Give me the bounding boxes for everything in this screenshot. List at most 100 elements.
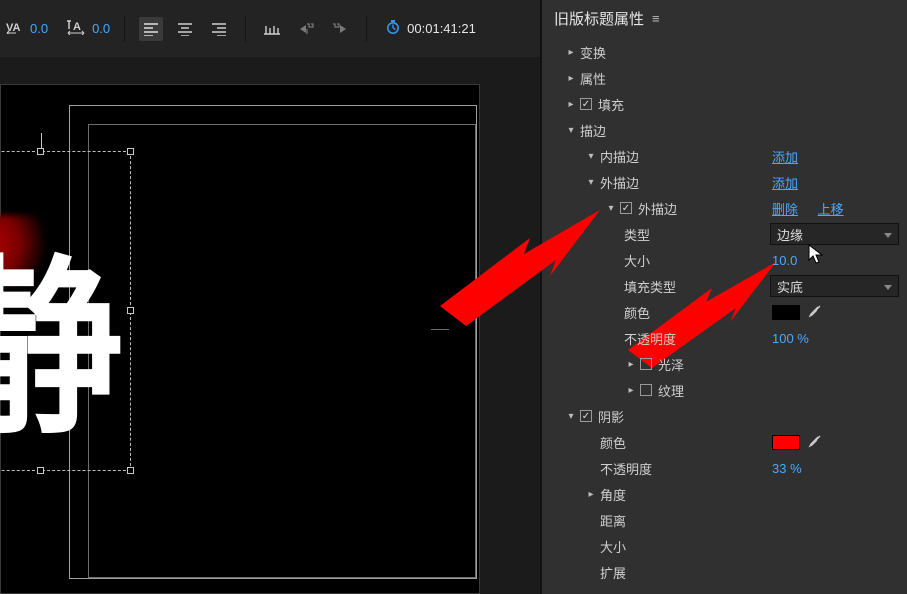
stroke-sheen-row[interactable]: 光泽 [546,351,907,377]
outer-stroke-item-row[interactable]: 外描边 删除 上移 [546,195,907,221]
handle-top-right[interactable] [127,148,134,155]
title-text[interactable]: 静 [0,255,118,445]
section-fill[interactable]: 填充 [546,91,907,117]
texture-checkbox[interactable] [640,384,652,396]
eyedropper-icon[interactable] [808,434,822,451]
handle-bot-mid[interactable] [37,467,44,474]
handle-top-mid[interactable] [37,148,44,155]
shadow-size-label: 大小 [600,537,626,556]
twisty-icon[interactable] [564,411,578,422]
stroke-filltype-row: 填充类型 实底 [546,273,907,299]
twisty-icon[interactable] [564,73,578,84]
align-left-button[interactable] [139,17,163,41]
sheen-checkbox[interactable] [640,358,652,370]
twisty-icon[interactable] [564,47,578,58]
tracking-control[interactable]: A 0.0 [66,19,110,39]
timecode-display[interactable]: 00:01:41:21 [385,19,476,38]
shadow-distance-label: 距离 [600,511,626,530]
stroke-color-row: 颜色 [546,299,907,325]
stroke-type-dropdown[interactable]: 边缘 [770,223,899,245]
shadow-angle-row[interactable]: 角度 [546,481,907,507]
shadow-spread-label: 扩展 [600,563,626,582]
handle-mid-right[interactable] [127,307,134,314]
twisty-icon[interactable] [564,99,578,110]
fill-label: 填充 [598,95,624,114]
shadow-opacity-label: 不透明度 [600,459,652,478]
title-toolbar: VA 0.0 A 0.0 [0,0,540,58]
outer-stroke-label: 外描边 [600,173,639,192]
align-center-button[interactable] [173,17,197,41]
outer-stroke-add-link[interactable]: 添加 [772,173,798,192]
stroke-color-swatch[interactable] [772,305,800,320]
transform-label: 变换 [580,43,606,62]
shadow-checkbox[interactable] [580,410,592,422]
inner-stroke-add-link[interactable]: 添加 [772,147,798,166]
stroke-size-value[interactable]: 10.0 [772,253,797,268]
twisty-icon[interactable] [604,203,618,214]
stroke-color-label: 颜色 [624,303,650,322]
text-caret [41,133,42,149]
twisty-icon[interactable] [564,125,578,136]
shadow-size-row: 大小 [546,533,907,559]
stroke-type-label: 类型 [624,225,650,244]
panel-title: 旧版标题属性 [554,8,644,29]
separator [124,16,125,42]
eyedropper-icon[interactable] [808,304,822,321]
stroke-opacity-row: 不透明度 100 % [546,325,907,351]
twisty-icon[interactable] [584,151,598,162]
app-root: VA 0.0 A 0.0 [0,0,907,594]
twisty-icon[interactable] [584,177,598,188]
shadow-opacity-row: 不透明度 33 % [546,455,907,481]
shadow-opacity-value[interactable]: 33 % [772,461,802,476]
tracking-value[interactable]: 0.0 [92,21,110,36]
timecode-value: 00:01:41:21 [407,21,476,36]
svg-text:A: A [73,21,81,33]
preview-pane: VA 0.0 A 0.0 [0,0,540,594]
outer-stroke-delete-link[interactable]: 删除 [772,202,798,217]
shadow-color-row: 颜色 [546,429,907,455]
stroke-filltype-label: 填充类型 [624,277,676,296]
stroke-filltype-dropdown[interactable]: 实底 [770,275,899,297]
kerning-control[interactable]: VA 0.0 [6,20,48,38]
twisty-icon[interactable] [624,385,638,396]
tracking-icon: A [66,19,88,39]
section-shadow[interactable]: 阴影 [546,403,907,429]
align-right-button[interactable] [207,17,231,41]
outer-stroke-item-label: 外描边 [638,199,677,218]
stroke-type-value: 边缘 [777,225,803,244]
kerning-icon: VA [6,20,26,38]
outer-stroke-moveup-link[interactable]: 上移 [818,202,844,217]
section-stroke[interactable]: 描边 [546,117,907,143]
outer-stroke-row[interactable]: 外描边 添加 [546,169,907,195]
separator [366,16,367,42]
stroke-size-label: 大小 [624,251,650,270]
shadow-color-swatch[interactable] [772,435,800,450]
show-paragraph-left-icon[interactable] [294,17,318,41]
section-properties[interactable]: 属性 [546,65,907,91]
section-transform[interactable]: 变换 [546,39,907,65]
inner-stroke-row[interactable]: 内描边 添加 [546,143,907,169]
twisty-icon[interactable] [584,489,598,500]
stroke-label: 描边 [580,121,606,140]
canvas-wrap: 静 [0,58,540,594]
shadow-angle-label: 角度 [600,485,626,504]
shadow-label: 阴影 [598,407,624,426]
fill-checkbox[interactable] [580,98,592,110]
properties-panel: 旧版标题属性 ≡ 变换 属性 填充 描边 内 [540,0,907,594]
stroke-opacity-value[interactable]: 100 % [772,331,809,346]
handle-bot-right[interactable] [127,467,134,474]
shadow-spread-row: 扩展 [546,559,907,585]
stroke-texture-row[interactable]: 纹理 [546,377,907,403]
tab-stops-button[interactable] [260,17,284,41]
kerning-value[interactable]: 0.0 [30,21,48,36]
title-canvas[interactable]: 静 [0,84,480,594]
stroke-opacity-label: 不透明度 [624,329,676,348]
panel-body: 变换 属性 填充 描边 内描边 添加 外描边 [542,39,907,594]
show-paragraph-right-icon[interactable] [328,17,352,41]
shadow-distance-row: 距离 [546,507,907,533]
outer-stroke-checkbox[interactable] [620,202,632,214]
twisty-icon[interactable] [624,359,638,370]
panel-menu-icon[interactable]: ≡ [652,11,660,26]
stopwatch-icon [385,19,401,38]
panel-title-bar: 旧版标题属性 ≡ [542,0,907,39]
